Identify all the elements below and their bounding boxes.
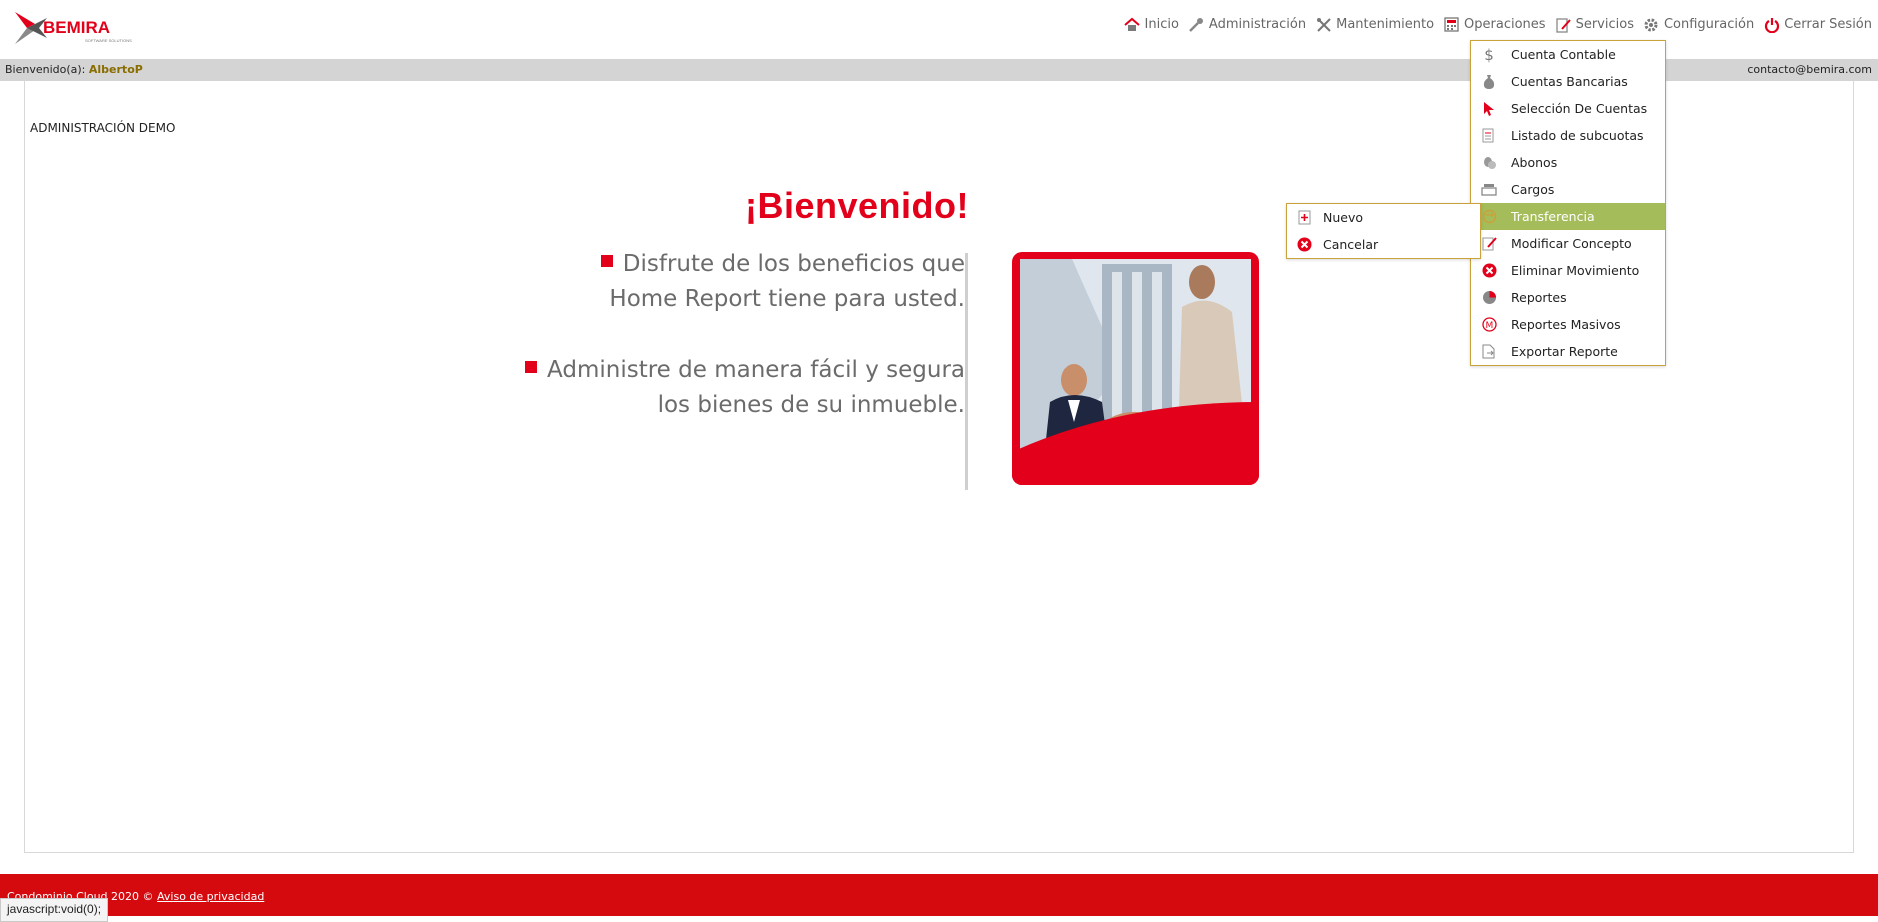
submenu-item-nuevo[interactable]: Nuevo [1287,204,1480,231]
nav-label: Servicios [1575,17,1634,32]
transferencia-submenu: Nuevo Cancelar [1286,203,1481,259]
new-document-icon [1296,210,1312,226]
nav-label: Administración [1208,17,1307,32]
handshake-photo [1012,252,1259,485]
tools-icon [1315,16,1332,33]
menu-item-listado-subcuotas[interactable]: Listado de subcuotas [1471,122,1665,149]
nav-mantenimiento[interactable]: Mantenimiento [1315,16,1434,33]
footer: Condominio Cloud 2020 © Aviso de privaci… [0,874,1878,916]
organization-name: ADMINISTRACIÓN DEMO [30,121,176,135]
nav-cerrar-sesion[interactable]: Cerrar Sesión [1763,16,1872,33]
benefit-text-1: Disfrute de los beneficios que Home Repo… [600,247,965,317]
menu-item-label: Cargos [1511,182,1555,197]
menu-item-reportes[interactable]: Reportes [1471,284,1665,311]
benefit-line: Administre de manera fácil y segura [547,357,965,383]
benefit-text-2: Administre de manera fácil y segura los … [525,353,965,423]
operaciones-dropdown: $ Cuenta Contable Cuentas Bancarias Sele… [1470,40,1666,366]
username: AlbertoP [88,63,143,76]
nav-label: Inicio [1144,17,1179,32]
list-document-icon [1481,128,1497,144]
privacy-link[interactable]: Aviso de privacidad [157,890,264,903]
menu-item-label: Reportes Masivos [1511,317,1621,332]
menu-item-label: Eliminar Movimiento [1511,263,1640,278]
menu-item-reportes-masivos[interactable]: M Reportes Masivos [1471,311,1665,338]
edit-icon [1481,236,1497,252]
logo-wordmark: BEMIRA [43,18,110,37]
menu-item-eliminar-movimiento[interactable]: Eliminar Movimiento [1471,257,1665,284]
delete-circle-icon [1481,263,1497,279]
nav-administracion[interactable]: Administración [1188,16,1306,33]
nav-label: Cerrar Sesión [1784,17,1872,32]
coins-icon [1481,155,1497,171]
welcome-greeting: Bienvenido(a): AlbertoP [5,59,143,81]
nav-configuracion[interactable]: Configuración [1643,16,1754,33]
menu-item-label: Reportes [1511,290,1567,305]
cash-register-icon [1481,182,1497,198]
pie-chart-icon [1481,290,1497,306]
m-circle-icon: M [1481,317,1497,333]
browser-status-bar: javascript:void(0); [0,898,109,922]
cancel-circle-icon [1296,237,1312,253]
nav-servicios[interactable]: Servicios [1555,16,1634,33]
menu-item-label: Cuenta Contable [1511,47,1616,62]
svg-text:M: M [1485,321,1493,331]
submenu-item-label: Cancelar [1323,237,1379,252]
menu-item-modificar-concepto[interactable]: Modificar Concepto [1471,230,1665,257]
export-icon [1481,344,1497,360]
edit-document-icon [1555,16,1572,33]
menu-item-label: Selección De Cuentas [1511,101,1648,116]
top-navigation: Inicio Administración Mantenimiento Oper… [1115,16,1872,33]
menu-item-label: Abonos [1511,155,1558,170]
menu-item-cargos[interactable]: Cargos [1471,176,1665,203]
nav-inicio[interactable]: Inicio [1124,16,1179,33]
dollar-icon: $ [1484,45,1494,64]
menu-item-label: Cuentas Bancarias [1511,74,1628,89]
benefit-line: Disfrute de los beneficios que [622,251,965,277]
menu-item-cuenta-contable[interactable]: $ Cuenta Contable [1471,41,1665,68]
menu-item-transferencia[interactable]: Transferencia [1471,203,1665,230]
contact-email: contacto@bemira.com [1747,63,1872,76]
nav-label: Operaciones [1464,17,1546,32]
menu-item-cuentas-bancarias[interactable]: Cuentas Bancarias [1471,68,1665,95]
bemira-logo[interactable]: BEMIRA SOFTWARE SOLUTIONS [13,8,139,48]
submenu-item-label: Nuevo [1323,210,1364,225]
menu-item-seleccion-cuentas[interactable]: Selección De Cuentas [1471,95,1665,122]
money-bag-icon [1481,74,1497,90]
divider [965,253,968,490]
menu-item-label: Transferencia [1511,209,1595,224]
nav-label: Mantenimiento [1336,17,1435,32]
menu-item-abonos[interactable]: Abonos [1471,149,1665,176]
nav-label: Configuración [1663,17,1755,32]
welcome-title: ¡Bienvenido! [744,185,969,226]
transfer-icon [1481,209,1497,225]
key-icon [1188,16,1205,33]
home-icon [1124,16,1141,33]
submenu-item-cancelar[interactable]: Cancelar [1287,231,1480,258]
menu-item-exportar-reporte[interactable]: Exportar Reporte [1471,338,1665,365]
bullet-square-icon [525,360,538,373]
benefit-line: los bienes de su inmueble. [657,392,965,418]
power-icon [1763,16,1780,33]
benefit-line: Home Report tiene para usted. [609,286,965,312]
calculator-icon [1443,16,1460,33]
gear-icon [1643,16,1660,33]
menu-item-label: Modificar Concepto [1511,236,1632,251]
cursor-icon [1481,101,1497,117]
menu-item-label: Exportar Reporte [1511,344,1618,359]
menu-item-label: Listado de subcuotas [1511,128,1644,143]
logo-tagline: SOFTWARE SOLUTIONS [85,38,132,43]
greeting-label: Bienvenido(a): [5,63,86,76]
bullet-square-icon [600,254,613,267]
nav-operaciones[interactable]: Operaciones [1443,16,1546,33]
